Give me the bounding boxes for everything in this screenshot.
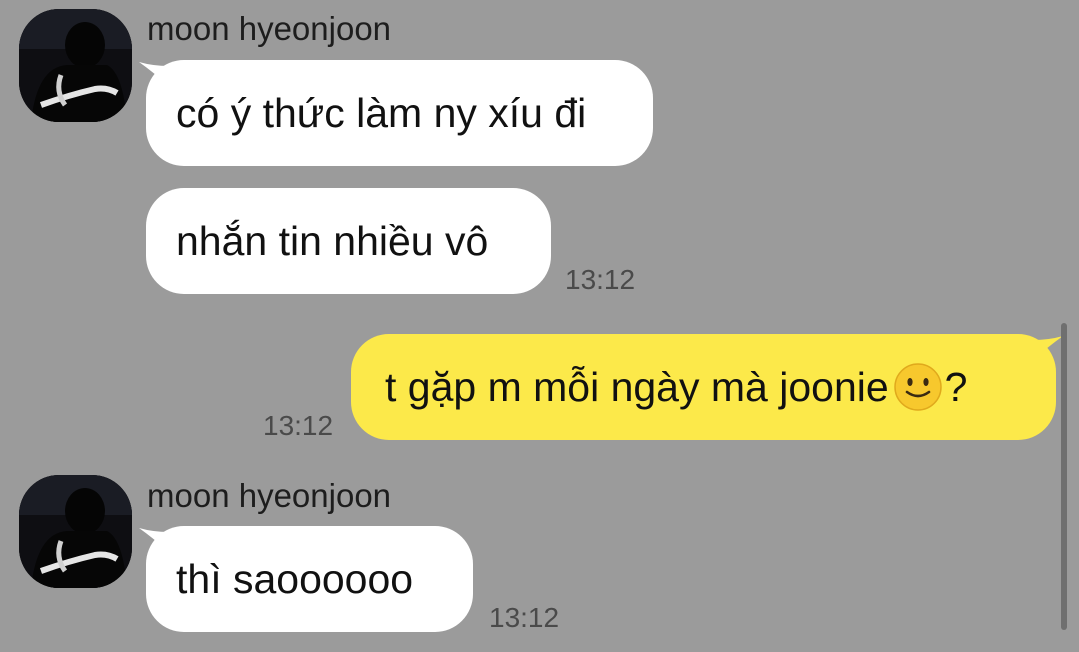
profile-photo [19,9,132,122]
sender-name: moon hyeonjoon [147,10,392,47]
message-timestamp: 13:12 [489,602,560,633]
profile-photo [19,475,132,588]
message-bubble[interactable]: nhắn tin nhiều vô [146,188,551,294]
sender-name: moon hyeonjoon [147,477,392,514]
message-timestamp: 13:12 [263,410,334,441]
message-bubble[interactable]: có ý thức làm ny xíu đi [146,60,653,166]
message-text: có ý thức làm ny xíu đi [176,89,587,136]
message-text: thì saoooooo [176,555,414,602]
message-bubble-outgoing[interactable]: t gặp m mỗi ngày mà joonie ? [351,334,1056,440]
slightly-smiling-face-icon [893,363,942,411]
message-timestamp: 13:12 [565,264,636,295]
avatar[interactable] [19,475,132,588]
scrollbar[interactable] [1061,323,1067,630]
avatar[interactable] [19,9,132,122]
message-text-suffix: ? [944,363,968,410]
message-bubble[interactable]: thì saoooooo [146,526,473,632]
message-text: nhắn tin nhiều vô [176,217,489,264]
bubble-tail-outgoing [1033,336,1063,360]
message-text: t gặp m mỗi ngày mà joonie [385,363,889,410]
